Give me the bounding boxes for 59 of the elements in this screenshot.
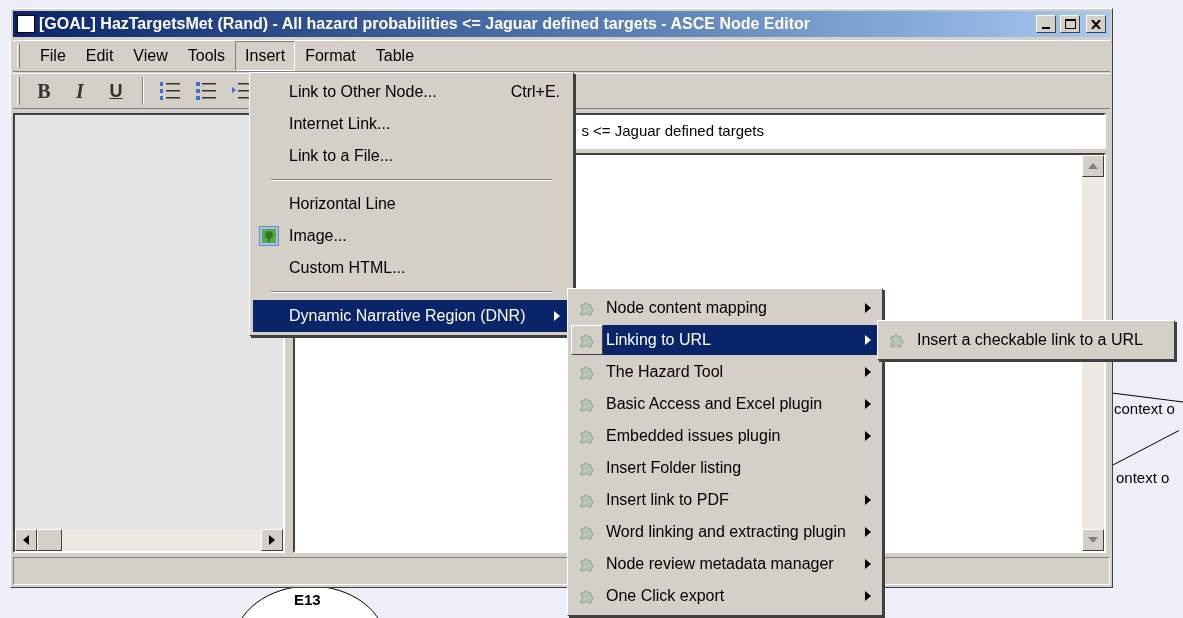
scroll-left-button[interactable]: [15, 529, 37, 551]
submenu-arrow-icon: [865, 399, 871, 409]
menu-entry[interactable]: Basic Access and Excel plugin: [603, 389, 879, 419]
close-icon: [1091, 19, 1101, 29]
scroll-thumb[interactable]: [37, 529, 62, 551]
menu-entry[interactable]: Node review metadata manager: [603, 549, 879, 579]
menu-item[interactable]: Format: [295, 41, 366, 71]
menu-entry[interactable]: Insert a checkable link to a URL: [913, 325, 1171, 355]
menu-entry[interactable]: Insert link to PDF: [603, 485, 879, 515]
menu-entry[interactable]: Dynamic Narrative Region (DNR): [253, 300, 570, 332]
menu-entry[interactable]: Linking to URL: [603, 325, 879, 355]
right-arrow-icon: [269, 535, 275, 545]
underline-button[interactable]: U: [98, 75, 134, 107]
minimize-button[interactable]: [1036, 15, 1056, 33]
menu-entry[interactable]: Insert Folder listing: [603, 453, 879, 483]
numbered-list-icon: [159, 81, 181, 101]
menu-item[interactable]: Table: [365, 41, 425, 71]
menu-entry[interactable]: The Hazard Tool: [603, 357, 879, 387]
bold-button[interactable]: B: [26, 75, 62, 107]
menu-item[interactable]: Tools: [177, 41, 236, 71]
down-arrow-icon: [1088, 537, 1098, 543]
edge-label: context o: [1114, 399, 1175, 419]
menu-item[interactable]: File: [30, 41, 76, 71]
scroll-right-button[interactable]: [261, 529, 283, 551]
connector-line: [1112, 392, 1183, 404]
menu-item[interactable]: Insert: [235, 41, 296, 71]
node-label: E13: [294, 592, 321, 607]
menu-entry[interactable]: Image...: [253, 220, 570, 252]
italic-button[interactable]: I: [62, 75, 98, 107]
menu-entry[interactable]: Node content mapping: [603, 293, 879, 323]
up-arrow-icon: [1088, 163, 1098, 169]
close-button[interactable]: [1086, 15, 1106, 33]
menu-item[interactable]: View: [123, 41, 178, 71]
submenu-arrow-icon: [865, 335, 871, 345]
submenu-arrow-icon: [865, 591, 871, 601]
menu-entry[interactable]: Embedded issues plugin: [603, 421, 879, 451]
picture-icon: [259, 226, 279, 246]
submenu-arrow-icon: [865, 303, 871, 313]
left-arrow-icon: [23, 535, 29, 545]
submenu-arrow-icon: [865, 559, 871, 569]
menu-entry[interactable]: Link to Other Node... Ctrl+E.: [253, 76, 570, 108]
window-icon: [17, 15, 35, 33]
scroll-down-button[interactable]: [1082, 529, 1104, 551]
submenu-arrow-icon: [865, 431, 871, 441]
submenu-arrow-icon: [554, 311, 560, 321]
menu-entry[interactable]: Word linking and extracting plugin: [603, 517, 879, 547]
menu-entry[interactable]: One Click export: [603, 581, 879, 611]
bulleted-list-icon: [195, 81, 217, 101]
connector-line: [1112, 430, 1179, 466]
edge-label: ontext o: [1116, 468, 1170, 488]
window-title: [GOAL] HazTargetsMet (Rand) - All hazard probabilities <= Jaguar defined targets - ASCE Node Editor: [39, 14, 812, 34]
menu-entry[interactable]: Custom HTML...: [253, 252, 570, 284]
menu-entry[interactable]: Horizontal Line: [253, 188, 570, 220]
submenu-arrow-icon: [865, 367, 871, 377]
maximize-button[interactable]: [1060, 15, 1080, 33]
scroll-up-button[interactable]: [1082, 155, 1104, 177]
menu-item[interactable]: Edit: [75, 41, 124, 71]
submenu-arrow-icon: [865, 527, 871, 537]
submenu-arrow-icon: [865, 495, 871, 505]
